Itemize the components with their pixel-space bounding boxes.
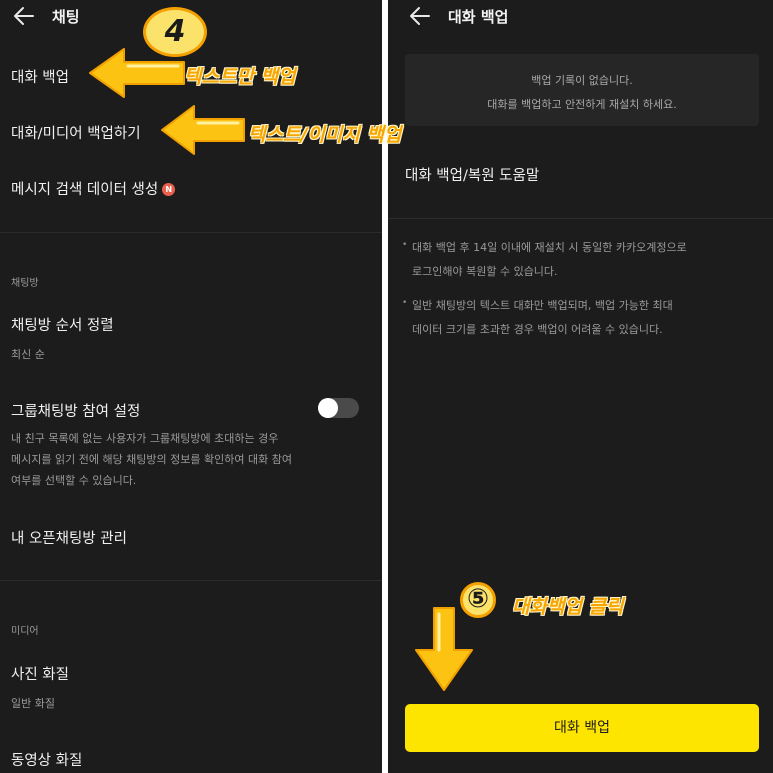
search-data-item[interactable]: 메시지 검색 데이터 생성 N	[11, 178, 176, 199]
divider	[0, 580, 382, 581]
group-join-setting: 그룹채팅방 참여 설정	[11, 404, 141, 420]
pointer-arrow-icon	[161, 105, 245, 155]
step-4-text-image-label: 텍스트/이미지 백업	[248, 124, 402, 146]
search-data-label: 메시지 검색 데이터 생성	[11, 182, 159, 198]
bullet: •	[402, 298, 408, 308]
step-5-label: 대화백업 클릭	[512, 596, 624, 618]
media-backup-item[interactable]: 대화/미디어 백업하기	[11, 122, 141, 143]
section-label-media: 미디어	[11, 626, 39, 637]
notice-line: 백업 기록이 없습니다.	[531, 74, 633, 87]
photo-quality-value: 일반 화질	[11, 697, 55, 710]
back-arrow-icon[interactable]	[12, 5, 36, 27]
toggle-knob	[318, 398, 338, 418]
note-line: 데이터 크기를 초과한 경우 백업이 어려울 수 있습니다.	[412, 323, 663, 336]
down-arrow-icon	[415, 607, 473, 691]
backup-help-link[interactable]: 대화 백업/복원 도움말	[405, 164, 539, 185]
top-bar: 대화 백업	[388, 0, 773, 34]
no-backup-notice: 백업 기록이 없습니다. 대화를 백업하고 안전하게 재설치 하세요.	[405, 54, 759, 126]
note-line: 로그인해야 복원할 수 있습니다.	[412, 265, 558, 278]
chat-backup-panel: 대화 백업 백업 기록이 없습니다. 대화를 백업하고 안전하게 재설치 하세요…	[388, 0, 773, 773]
divider	[0, 232, 382, 233]
description-line: 내 친구 목록에 없는 사용자가 그룹채팅방에 초대하는 경우	[11, 432, 279, 445]
pointer-arrow-icon	[89, 48, 185, 98]
backup-note: • 대화 백업 후 14일 이내에 재설치 시 동일한 카카오계정으로 로그인해…	[402, 236, 687, 284]
sort-order-value: 최신 순	[11, 348, 45, 361]
chat-backup-button[interactable]: 대화 백업	[405, 704, 759, 752]
sort-order-item[interactable]: 채팅방 순서 정렬	[11, 314, 114, 335]
bullet: •	[402, 240, 408, 250]
section-label-chatroom: 채팅방	[11, 278, 39, 289]
video-quality-item[interactable]: 동영상 화질	[11, 749, 82, 770]
page-title: 대화 백업	[448, 8, 509, 26]
group-join-description: 내 친구 목록에 없는 사용자가 그룹채팅방에 초대하는 경우 메시지를 읽기 …	[11, 428, 292, 491]
new-badge: N	[162, 183, 176, 196]
page-title: 채팅	[52, 8, 80, 26]
description-line: 메시지를 읽기 전에 해당 채팅방의 정보를 확인하여 대화 참여	[11, 453, 292, 466]
photo-quality-item[interactable]: 사진 화질	[11, 663, 69, 684]
divider	[388, 218, 773, 219]
chat-backup-item[interactable]: 대화 백업	[11, 66, 69, 87]
group-join-toggle[interactable]	[318, 398, 359, 418]
step-4-text-only-label: 텍스트만 백업	[184, 66, 296, 88]
open-chat-manage-item[interactable]: 내 오픈채팅방 관리	[11, 527, 127, 548]
notice-line: 대화를 백업하고 안전하게 재설치 하세요.	[487, 98, 677, 111]
backup-note: • 일반 채팅방의 텍스트 대화만 백업되며, 백업 가능한 최대 데이터 크기…	[402, 294, 673, 342]
note-line: 일반 채팅방의 텍스트 대화만 백업되며, 백업 가능한 최대	[412, 299, 673, 312]
chat-settings-panel: 채팅 대화 백업 대화/미디어 백업하기 메시지 검색 데이터 생성 N 채팅방 …	[0, 0, 382, 773]
description-line: 여부를 선택할 수 있습니다.	[11, 474, 137, 487]
back-arrow-icon[interactable]	[408, 5, 432, 27]
note-line: 대화 백업 후 14일 이내에 재설치 시 동일한 카카오계정으로	[412, 241, 687, 254]
